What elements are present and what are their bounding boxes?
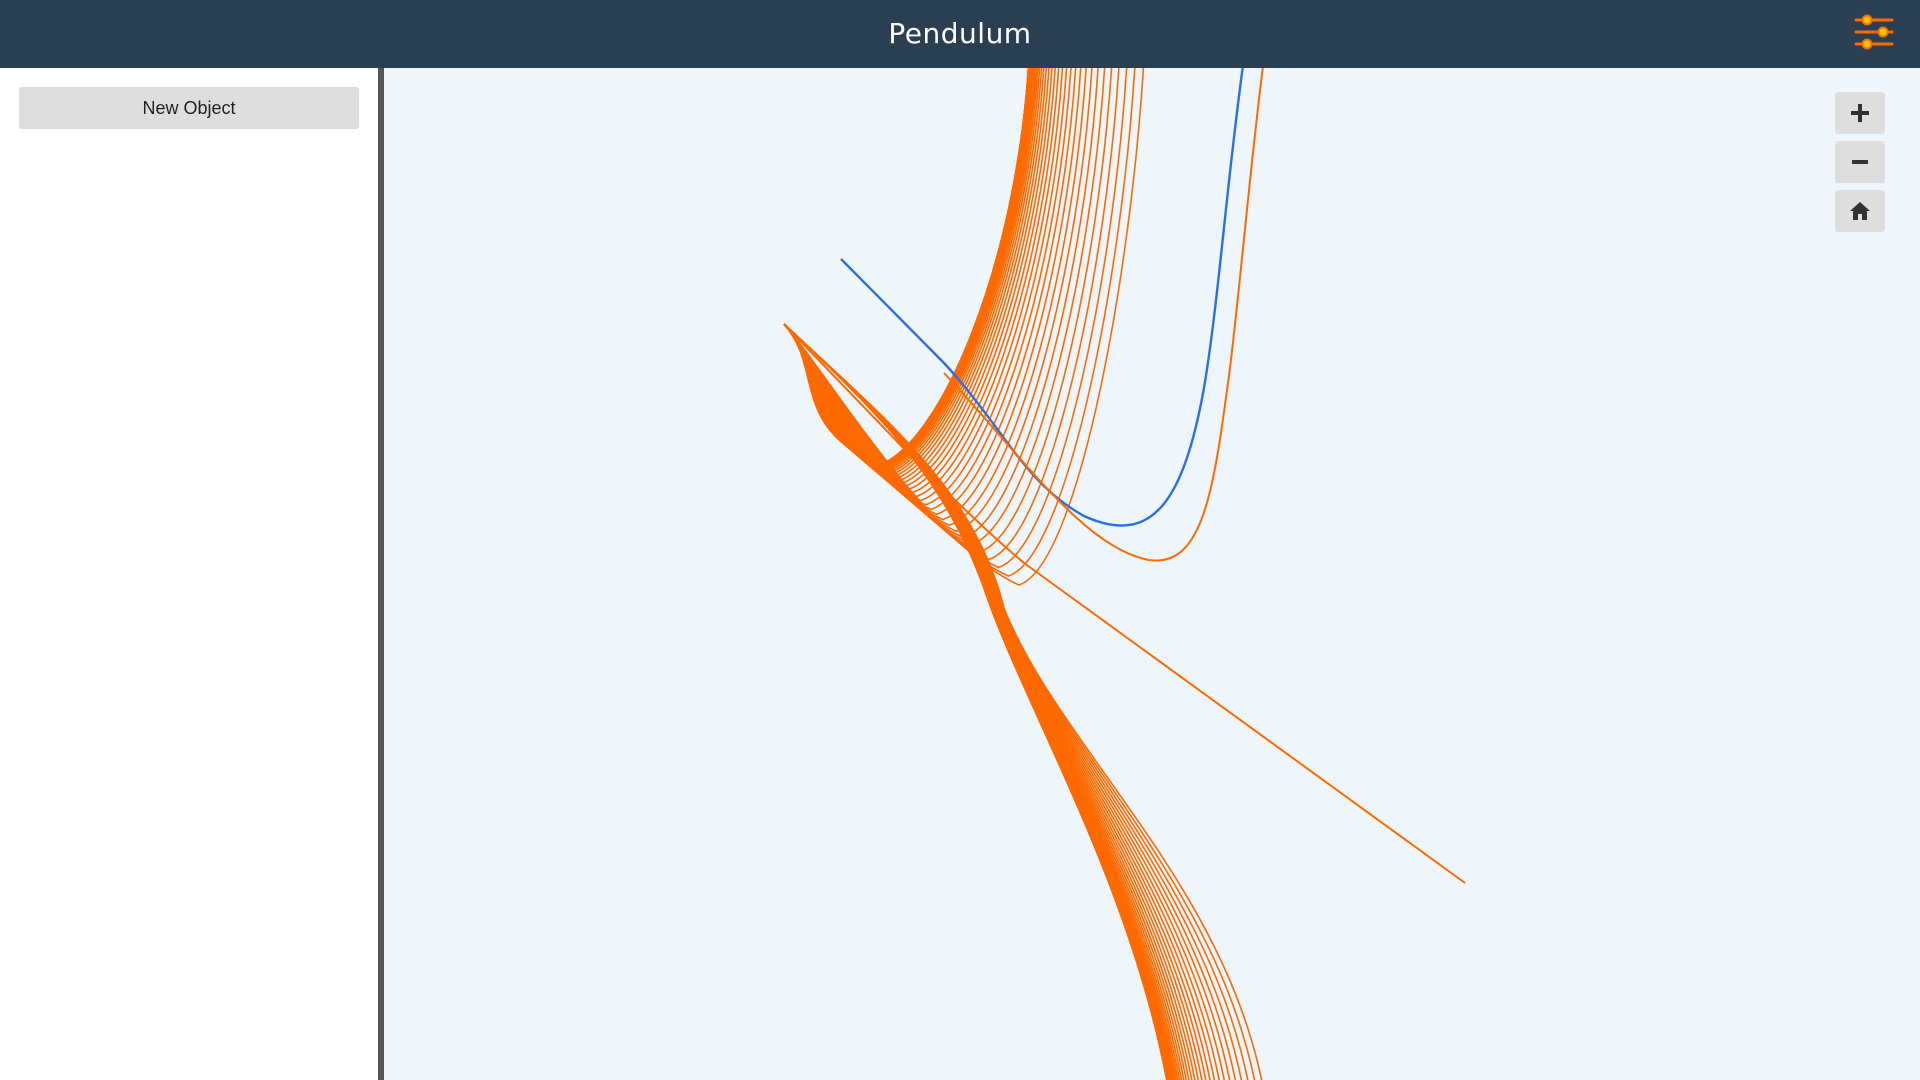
zoom-in-button[interactable]: [1835, 92, 1885, 134]
sliders-icon: [1854, 14, 1894, 50]
pendulum-trajectories: [783, 68, 1466, 1080]
plus-icon: [1851, 104, 1869, 122]
trajectory-up: [783, 68, 1136, 577]
plot-canvas[interactable]: [384, 68, 1920, 1080]
trajectory-straight: [783, 323, 1466, 884]
trajectory-outer: [943, 68, 1264, 562]
trajectory-up: [783, 68, 1128, 569]
new-object-button[interactable]: New Object: [19, 87, 359, 129]
home-button[interactable]: [1835, 190, 1885, 232]
settings-sliders-icon[interactable]: [1854, 14, 1894, 54]
zoom-controls: [1835, 92, 1885, 239]
app-title: Pendulum: [888, 17, 1032, 50]
zoom-out-button[interactable]: [1835, 141, 1885, 183]
minus-icon: [1852, 160, 1868, 164]
sidebar: New Object: [0, 68, 378, 1080]
home-icon: [1850, 202, 1870, 220]
app-header: Pendulum: [0, 0, 1920, 68]
